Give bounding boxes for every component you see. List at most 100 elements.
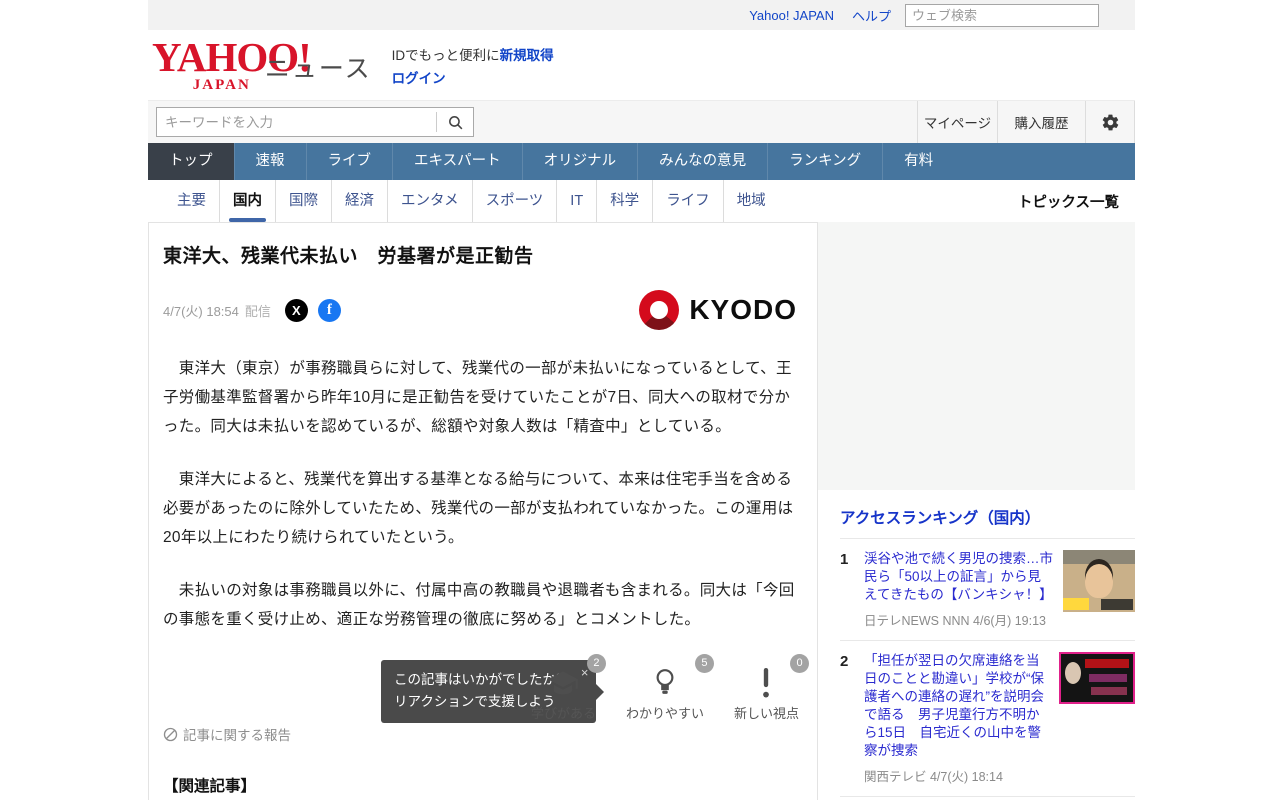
report-article-link[interactable]: 記事に関する報告 bbox=[163, 724, 291, 744]
article-body: 東洋大（東京）が事務職員らに対して、残業代の一部が未払いになっているとして、王子… bbox=[163, 354, 803, 634]
ranking-thumbnail[interactable] bbox=[1059, 652, 1135, 704]
tab-original[interactable]: オリジナル bbox=[521, 143, 638, 180]
search-row: マイページ 購入履歴 bbox=[148, 100, 1135, 143]
ad-slot bbox=[818, 222, 1135, 490]
rank-number: 2 bbox=[840, 653, 849, 670]
ranking-item: 1 渓谷や池で続く男児の捜索…市民ら「50以上の証言」から見えてきたもの【バンキ… bbox=[840, 539, 1135, 641]
search-button[interactable] bbox=[437, 114, 473, 131]
category-domestic[interactable]: 国内 bbox=[219, 180, 275, 222]
tab-ranking[interactable]: ランキング bbox=[767, 143, 882, 180]
related-heading: 【関連記事】 bbox=[163, 778, 257, 795]
tab-sokuho[interactable]: 速報 bbox=[233, 143, 306, 180]
search-row-spacer bbox=[474, 101, 917, 143]
provider-logo[interactable]: KYODO bbox=[639, 290, 797, 330]
reaction-label: 新しい視点 bbox=[733, 706, 799, 721]
article-paragraph: 未払いの対象は事務職員以外に、付属中高の教職員や退職者も含まれる。同大は「今回の… bbox=[163, 582, 795, 628]
share-x-button[interactable]: X bbox=[284, 298, 308, 322]
article-paragraph: 東洋大によると、残業代を算出する基準となる給与について、本来は住宅手当を含める必… bbox=[163, 471, 794, 546]
tab-top[interactable]: トップ bbox=[148, 143, 234, 180]
access-ranking-title[interactable]: アクセスランキング（国内） bbox=[840, 500, 1135, 539]
reaction-count-badge: 0 bbox=[790, 654, 809, 673]
mypage-button[interactable]: マイページ bbox=[917, 101, 997, 143]
tab-live[interactable]: ライブ bbox=[305, 143, 393, 180]
tab-paid[interactable]: 有料 bbox=[882, 143, 954, 180]
related-link[interactable]: 札幌・ファイバーゲート、再エネ関連会社を子会社化 取得費用2億7900万円 bbox=[163, 796, 803, 800]
yahoo-news-logo[interactable]: YAHOO! JAPAN ニュース bbox=[152, 36, 372, 94]
category-entertainment[interactable]: エンタメ bbox=[387, 180, 472, 222]
ranking-item: 2 「担任が翌日の欠席連絡を当日のことと勘違い」学校が“保護者への連絡の遅れ”を… bbox=[840, 641, 1135, 797]
category-main[interactable]: 主要 bbox=[164, 180, 219, 222]
ranking-link[interactable]: 「担任が翌日の欠席連絡を当日のことと勘違い」学校が“保護者への連絡の遅れ”を説明… bbox=[864, 652, 1050, 760]
reaction-count-badge: 2 bbox=[586, 654, 606, 673]
article-date: 4/7(火) 18:54 bbox=[163, 303, 239, 319]
category-economy[interactable]: 経済 bbox=[331, 180, 387, 222]
purchase-history-button[interactable]: 購入履歴 bbox=[997, 101, 1085, 143]
category-it[interactable]: IT bbox=[556, 180, 596, 222]
exclamation-icon bbox=[734, 666, 799, 698]
main-nav: トップ 速報 ライブ エキスパート オリジナル みんなの意見 ランキング 有料 bbox=[148, 143, 1135, 180]
provider-name: KYODO bbox=[689, 294, 797, 325]
search-icon bbox=[447, 114, 464, 131]
id-promo-text: IDでもっと便利に bbox=[391, 48, 500, 64]
related-articles: 【関連記事】 札幌・ファイバーゲート、再エネ関連会社を子会社化 取得費用2億79… bbox=[163, 774, 803, 800]
keyword-search-input[interactable] bbox=[157, 114, 436, 130]
thumbnail-caption-chip bbox=[1085, 659, 1129, 668]
web-search-input[interactable] bbox=[905, 3, 1099, 27]
thumbnail-caption-chip bbox=[1089, 674, 1127, 682]
category-world[interactable]: 国際 bbox=[275, 180, 331, 222]
tab-expert[interactable]: エキスパート bbox=[392, 143, 522, 180]
facebook-icon: f bbox=[326, 301, 332, 318]
topics-list-link[interactable]: トピックス一覧 bbox=[1018, 191, 1119, 212]
category-life[interactable]: ライフ bbox=[652, 180, 723, 222]
article-meta: 4/7(火) 18:54 配信 X f KYODO bbox=[163, 290, 803, 330]
reaction-count-badge: 5 bbox=[694, 654, 714, 673]
x-icon: X bbox=[292, 302, 301, 318]
id-promo: IDでもっと便利に新規取得 ログイン bbox=[392, 45, 554, 91]
masthead: YAHOO! JAPAN ニュース IDでもっと便利に新規取得 ログイン bbox=[148, 30, 1135, 100]
engagement-section: × この記事はいかがでしたか？ リアクションで支援しよう 2 学びがある 5 わ… bbox=[163, 648, 809, 752]
lightbulb-icon bbox=[626, 666, 704, 698]
category-sports[interactable]: スポーツ bbox=[471, 180, 557, 222]
reaction-new-view-button[interactable]: 0 新しい視点 bbox=[733, 654, 809, 722]
reaction-label: わかりやすい bbox=[625, 706, 704, 721]
report-article-label: 記事に関する報告 bbox=[183, 728, 291, 743]
reaction-buttons: 2 学びがある 5 わかりやすい 0 新しい視点 bbox=[530, 654, 809, 722]
logo-service-name: ニュース bbox=[264, 54, 372, 83]
ranking-thumbnail[interactable] bbox=[1063, 550, 1135, 612]
reaction-clear-button[interactable]: 5 わかりやすい bbox=[625, 654, 714, 722]
rank-number: 1 bbox=[840, 551, 849, 568]
category-region[interactable]: 地域 bbox=[722, 180, 779, 222]
settings-button[interactable] bbox=[1085, 101, 1135, 143]
tab-opinions[interactable]: みんなの意見 bbox=[637, 143, 767, 180]
reaction-label: 学びがある bbox=[530, 706, 596, 721]
signup-link[interactable]: 新規取得 bbox=[500, 48, 554, 63]
thumbnail-figure bbox=[1085, 564, 1113, 598]
category-nav: 主要 国内 国際 経済 エンタメ スポーツ IT 科学 ライフ 地域 トピックス… bbox=[148, 180, 1135, 222]
thumbnail-figure bbox=[1065, 662, 1081, 684]
graduation-cap-icon bbox=[531, 666, 596, 698]
thumbnail-caption-chip bbox=[1091, 687, 1127, 695]
yahoo-japan-link[interactable]: Yahoo! JAPAN bbox=[749, 8, 834, 23]
reaction-learned-button[interactable]: 2 学びがある bbox=[530, 654, 606, 722]
article-card: 東洋大、残業代未払い 労基署が是正勧告 4/7(火) 18:54 配信 X f … bbox=[148, 222, 818, 800]
ranking-link[interactable]: 渓谷や池で続く男児の捜索…市民ら「50以上の証言」から見えてきたもの【バンキシャ… bbox=[864, 550, 1054, 604]
thumbnail-caption-chip bbox=[1063, 598, 1089, 610]
thumbnail-caption-chip bbox=[1101, 599, 1133, 610]
article-paragraph: 東洋大（東京）が事務職員らに対して、残業代の一部が未払いになっているとして、王子… bbox=[163, 360, 792, 435]
article-title: 東洋大、残業代未払い 労基署が是正勧告 bbox=[163, 246, 534, 267]
top-bar: Yahoo! JAPAN ヘルプ bbox=[148, 0, 1135, 30]
category-science[interactable]: 科学 bbox=[596, 180, 652, 222]
logo-japan-text: JAPAN bbox=[192, 76, 251, 93]
right-sidebar: アクセスランキング（国内） 1 渓谷や池で続く男児の捜索…市民ら「50以上の証言… bbox=[818, 222, 1135, 800]
page-container: Yahoo! JAPAN ヘルプ YAHOO! JAPAN ニュース IDでもっ… bbox=[148, 0, 1135, 800]
access-ranking: アクセスランキング（国内） 1 渓谷や池で続く男児の捜索…市民ら「50以上の証言… bbox=[818, 490, 1135, 800]
ranking-source: 関西テレビ 4/7(火) 18:14 bbox=[864, 770, 1003, 784]
keyword-search-box bbox=[156, 107, 474, 137]
login-link[interactable]: ログイン bbox=[392, 71, 446, 86]
share-facebook-button[interactable]: f bbox=[317, 298, 341, 322]
help-link[interactable]: ヘルプ bbox=[852, 6, 891, 25]
prohibition-icon bbox=[163, 727, 178, 742]
gear-icon bbox=[1101, 113, 1120, 132]
main-content: 東洋大、残業代未払い 労基署が是正勧告 4/7(火) 18:54 配信 X f … bbox=[148, 222, 1135, 800]
article-haishin-label: 配信 bbox=[244, 303, 271, 319]
